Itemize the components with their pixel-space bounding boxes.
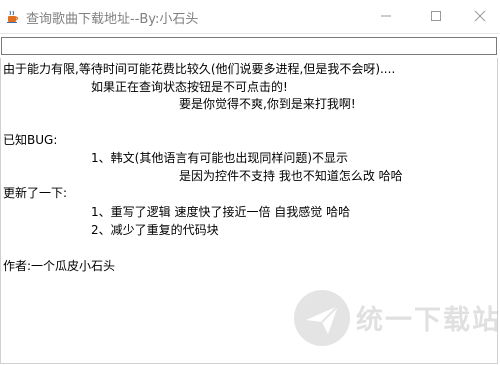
watermark-title: 统一下载站 bbox=[356, 305, 500, 336]
close-button[interactable] bbox=[459, 0, 500, 33]
text-line: 要是你觉得不爽,你到是来打我啊! bbox=[179, 97, 356, 111]
title-bar[interactable]: 查询歌曲下载地址--By:小石头 bbox=[0, 0, 500, 34]
java-cup-icon bbox=[6, 9, 20, 23]
text-line: 如果正在查询状态按钮是不可点击的! bbox=[91, 80, 288, 94]
text-line: 2、减少了重复的代码块 bbox=[91, 223, 219, 237]
text-line: 由于能力有限,等待时间可能花费比较久(他们说要多进程,但是我不会呀).... bbox=[3, 62, 396, 76]
text-line: 1、韩文(其他语言有可能也出现同样问题)不显示 bbox=[91, 151, 348, 165]
paper-plane-logo-icon bbox=[292, 288, 352, 348]
app-window: 查询歌曲下载地址--By:小石头 由于能力有限,等待时间可能花费比较久(他们说要… bbox=[0, 0, 500, 365]
watermark: 统一下载站 bbox=[292, 288, 499, 358]
close-icon bbox=[474, 7, 486, 26]
maximize-icon bbox=[430, 7, 442, 26]
maximize-button[interactable] bbox=[413, 0, 459, 33]
window-title: 查询歌曲下载地址--By:小石头 bbox=[26, 12, 199, 27]
text-line: 是因为控件不支持 我也不知道怎么改 哈哈 bbox=[179, 169, 403, 183]
author-line: 作者:一个瓜皮小石头 bbox=[3, 259, 116, 273]
minimize-icon bbox=[380, 7, 392, 26]
text-line: 1、重写了逻辑 速度快了接近一倍 自我感觉 哈哈 bbox=[91, 205, 351, 219]
url-input[interactable] bbox=[1, 37, 497, 55]
text-line: 更新了一下: bbox=[3, 186, 68, 200]
minimize-button[interactable] bbox=[363, 0, 409, 33]
text-line: 已知BUG: bbox=[3, 133, 58, 147]
